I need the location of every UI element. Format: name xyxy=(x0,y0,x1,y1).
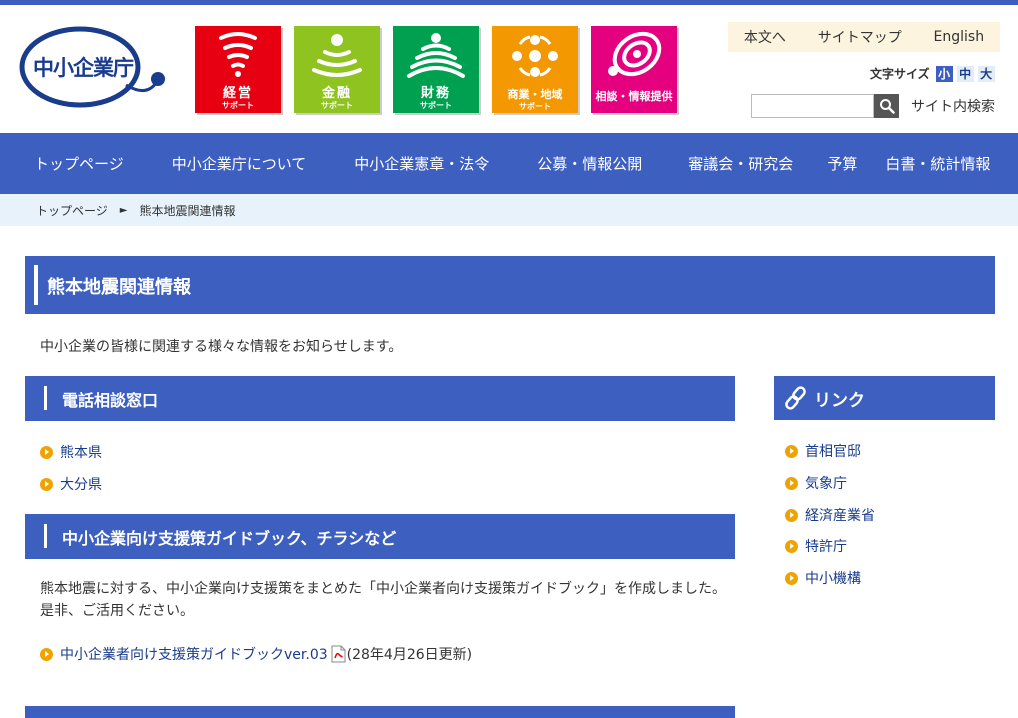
coin-stack-icon xyxy=(312,34,362,77)
font-size-label: 文字サイズ xyxy=(870,67,930,81)
agency-logo[interactable]: 中小企業庁 xyxy=(18,25,168,111)
font-size-small-button[interactable]: 小 xyxy=(935,65,953,82)
sidebar-title: リンク xyxy=(814,391,865,411)
skip-to-content-link[interactable]: 本文へ xyxy=(744,27,786,47)
search-label: サイト内検索 xyxy=(911,99,995,115)
link-kumamoto[interactable]: 熊本県 xyxy=(60,442,102,462)
tile-finance-support[interactable]: 金融 サポート xyxy=(294,26,380,113)
list-item[interactable]: 大分県 xyxy=(40,474,102,494)
guidebook-pdf-link[interactable]: 中小企業者向け支援策ガイドブックver.03 xyxy=(60,644,328,664)
arrow-bullet-icon xyxy=(785,508,798,522)
list-item[interactable]: 中小企業者向け支援策ガイドブックver.03 (28年4月26日更新) xyxy=(40,644,472,664)
global-nav: トップページ 中小企業庁について 中小企業憲章・法令 公募・情報公開 審議会・研… xyxy=(0,133,1018,194)
section-guidebook: 中小企業向け支援策ガイドブック、チラシなど xyxy=(25,514,735,559)
nav-item-charter-laws[interactable]: 中小企業憲章・法令 xyxy=(354,153,489,174)
arrow-bullet-icon xyxy=(785,476,798,490)
font-size-large-button[interactable]: 大 xyxy=(977,65,995,82)
arrow-bullet-icon xyxy=(785,444,798,458)
site-search: サイト内検索 xyxy=(751,94,995,118)
tile-title: 相談・情報提供 xyxy=(595,90,673,103)
tile-management-support[interactable]: 経営 サポート xyxy=(195,26,281,113)
section-next-header xyxy=(25,706,735,718)
nav-item-about[interactable]: 中小企業庁について xyxy=(172,153,307,174)
sidebar-link-item[interactable]: 気象庁 xyxy=(785,473,847,493)
sidebar-link-item[interactable]: 首相官邸 xyxy=(785,441,861,461)
sidebar-link-item[interactable]: 経済産業省 xyxy=(785,505,875,525)
signal-waves-icon xyxy=(407,33,465,78)
tile-subtitle: サポート xyxy=(420,101,452,110)
tile-title: 経営 xyxy=(222,86,253,101)
breadcrumb-home-link[interactable]: トップページ xyxy=(36,202,108,219)
arrow-bullet-icon xyxy=(40,477,53,491)
link-oita[interactable]: 大分県 xyxy=(60,474,102,494)
chain-link-icon xyxy=(785,386,806,410)
search-button[interactable] xyxy=(874,94,899,118)
section-title: 電話相談窓口 xyxy=(62,391,159,410)
sidebar-links-header: リンク xyxy=(774,376,995,420)
tile-title: 金融 xyxy=(321,86,352,101)
link-jma[interactable]: 気象庁 xyxy=(805,473,847,493)
tornado-icon xyxy=(219,32,257,77)
sitemap-link[interactable]: サイトマップ xyxy=(818,27,902,47)
guidebook-update-note: (28年4月26日更新) xyxy=(346,647,473,663)
tile-subtitle: サポート xyxy=(222,101,254,110)
title-accent-bar xyxy=(34,265,38,305)
section-phone-consultation: 電話相談窓口 xyxy=(25,376,735,421)
breadcrumb-separator: ► xyxy=(119,204,128,216)
breadcrumb: トップページ ► 熊本地震関連情報 xyxy=(0,194,1018,226)
nav-item-top[interactable]: トップページ xyxy=(34,153,124,174)
section-title: 中小企業向け支援策ガイドブック、チラシなど xyxy=(62,529,397,548)
search-icon xyxy=(879,99,895,114)
tile-subtitle: サポート xyxy=(519,102,551,111)
support-tiles: 経営 サポート 金融 サポート 財務 サポート 商業・地域 サポート 相談・情報… xyxy=(195,26,677,113)
sidebar-link-item[interactable]: 中小機構 xyxy=(785,568,861,588)
sidebar-link-item[interactable]: 特許庁 xyxy=(785,536,847,556)
arrow-bullet-icon xyxy=(785,571,798,585)
breadcrumb-current: 熊本地震関連情報 xyxy=(139,203,236,218)
tile-title: 商業・地域 xyxy=(507,88,563,101)
header: 中小企業庁 経営 サポート 金融 サポート 財務 サポート 商業・地域 サポート… xyxy=(0,5,1018,133)
link-jpo[interactable]: 特許庁 xyxy=(805,536,847,556)
page-title: 熊本地震関連情報 xyxy=(47,277,191,298)
english-link[interactable]: English xyxy=(934,29,985,45)
target-rings-icon xyxy=(608,31,662,77)
nav-item-public-info[interactable]: 公募・情報公開 xyxy=(537,153,642,174)
pdf-icon xyxy=(331,645,346,663)
nav-item-white-paper[interactable]: 白書・統計情報 xyxy=(885,153,990,174)
arrow-bullet-icon xyxy=(40,647,53,661)
tile-subtitle: サポート xyxy=(321,101,353,110)
search-input[interactable] xyxy=(751,94,874,118)
page-intro: 中小企業の皆様に関連する様々な情報をお知らせします。 xyxy=(40,339,403,355)
arrow-bullet-icon xyxy=(785,539,798,553)
nav-item-councils[interactable]: 審議会・研究会 xyxy=(688,153,793,174)
nav-item-budget[interactable]: 予算 xyxy=(827,153,857,174)
tile-consultation-info[interactable]: 相談・情報提供 xyxy=(591,26,677,113)
link-meti[interactable]: 経済産業省 xyxy=(805,505,875,525)
section-accent-bar xyxy=(44,524,47,548)
link-smrj[interactable]: 中小機構 xyxy=(805,568,861,588)
arrow-bullet-icon xyxy=(40,445,53,459)
utility-links: 本文へ サイトマップ English xyxy=(728,22,1000,52)
font-size-medium-button[interactable]: 中 xyxy=(956,65,974,82)
section-accent-bar xyxy=(44,386,47,410)
guidebook-description: 熊本地震に対する、中小企業向け支援策をまとめた「中小企業者向け支援策ガイドブック… xyxy=(40,581,726,619)
tile-title: 財務 xyxy=(420,86,451,101)
list-item[interactable]: 熊本県 xyxy=(40,442,102,462)
logo-text: 中小企業庁 xyxy=(33,56,134,80)
tile-accounting-support[interactable]: 財務 サポート xyxy=(393,26,479,113)
page-title-banner: 熊本地震関連情報 xyxy=(25,256,995,314)
orbit-cycle-icon xyxy=(512,35,558,77)
link-kantei[interactable]: 首相官邸 xyxy=(805,441,861,461)
tile-commerce-region-support[interactable]: 商業・地域 サポート xyxy=(492,26,578,113)
font-size-switcher: 文字サイズ 小 中 大 xyxy=(870,65,995,82)
